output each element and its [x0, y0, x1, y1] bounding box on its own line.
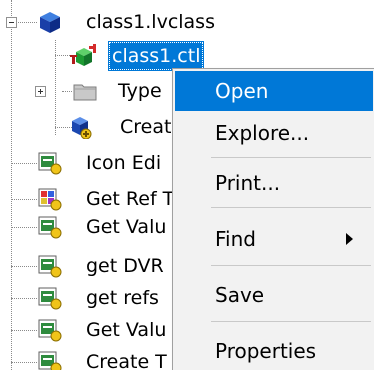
- tree-line-h: [11, 298, 37, 299]
- create-vi-icon: [72, 117, 92, 139]
- menu-separator: [211, 157, 371, 158]
- tree-item-label: get DVR: [86, 255, 164, 277]
- tree-item-label: Creat: [120, 116, 172, 138]
- menu-separator: [211, 207, 371, 208]
- expand-toggle[interactable]: [35, 86, 46, 97]
- project-tree-with-context-menu: class1.lvclass class1.ctl Type Creat Ico…: [0, 0, 374, 370]
- tree-item-label: Type: [118, 80, 162, 102]
- tree-item-label: Create T: [86, 351, 167, 370]
- menu-separator: [211, 321, 371, 322]
- tree-line-h: [11, 227, 37, 228]
- tree-item-label: Icon Edi: [86, 152, 162, 174]
- submenu-arrow-icon: [346, 233, 353, 245]
- tree-line-h: [62, 91, 72, 92]
- folder-icon: [73, 84, 97, 101]
- tree-line-h: [11, 199, 37, 200]
- menu-item-properties[interactable]: Properties: [175, 331, 373, 370]
- menu-item-find[interactable]: Find: [175, 219, 373, 259]
- vi-icon: [38, 351, 62, 370]
- tree-line-root: [11, 0, 12, 370]
- tree-item-label: get refs: [86, 287, 159, 309]
- vi-icon: [38, 255, 62, 278]
- tree-line-h: [11, 362, 37, 363]
- vi-icon: [38, 287, 62, 310]
- lvclass-cube-icon: [40, 12, 60, 33]
- menu-item-save[interactable]: Save: [175, 275, 373, 315]
- collapse-toggle[interactable]: [6, 17, 17, 28]
- class-control-icon: [70, 44, 96, 66]
- tree-item-label: class1.ctl: [108, 41, 205, 71]
- tree-line-h: [11, 330, 37, 331]
- tree-line-h: [11, 163, 37, 164]
- context-menu: Open Explore... Print... Find Save Prope…: [172, 68, 374, 370]
- vi-icon: [38, 152, 62, 175]
- colorful-vi-icon: [38, 188, 62, 211]
- tree-item-label: Get Valu: [86, 216, 167, 238]
- menu-item-print[interactable]: Print...: [175, 163, 373, 203]
- menu-separator: [211, 265, 371, 266]
- vi-icon: [38, 216, 62, 239]
- menu-item-label: Find: [215, 227, 256, 251]
- tree-line-h: [11, 266, 37, 267]
- menu-item-explore[interactable]: Explore...: [175, 113, 373, 153]
- menu-item-open[interactable]: Open: [175, 71, 373, 111]
- tree-item-label: Get Valu: [86, 319, 167, 341]
- tree-item-label: class1.lvclass: [86, 11, 215, 33]
- vi-icon: [38, 319, 62, 342]
